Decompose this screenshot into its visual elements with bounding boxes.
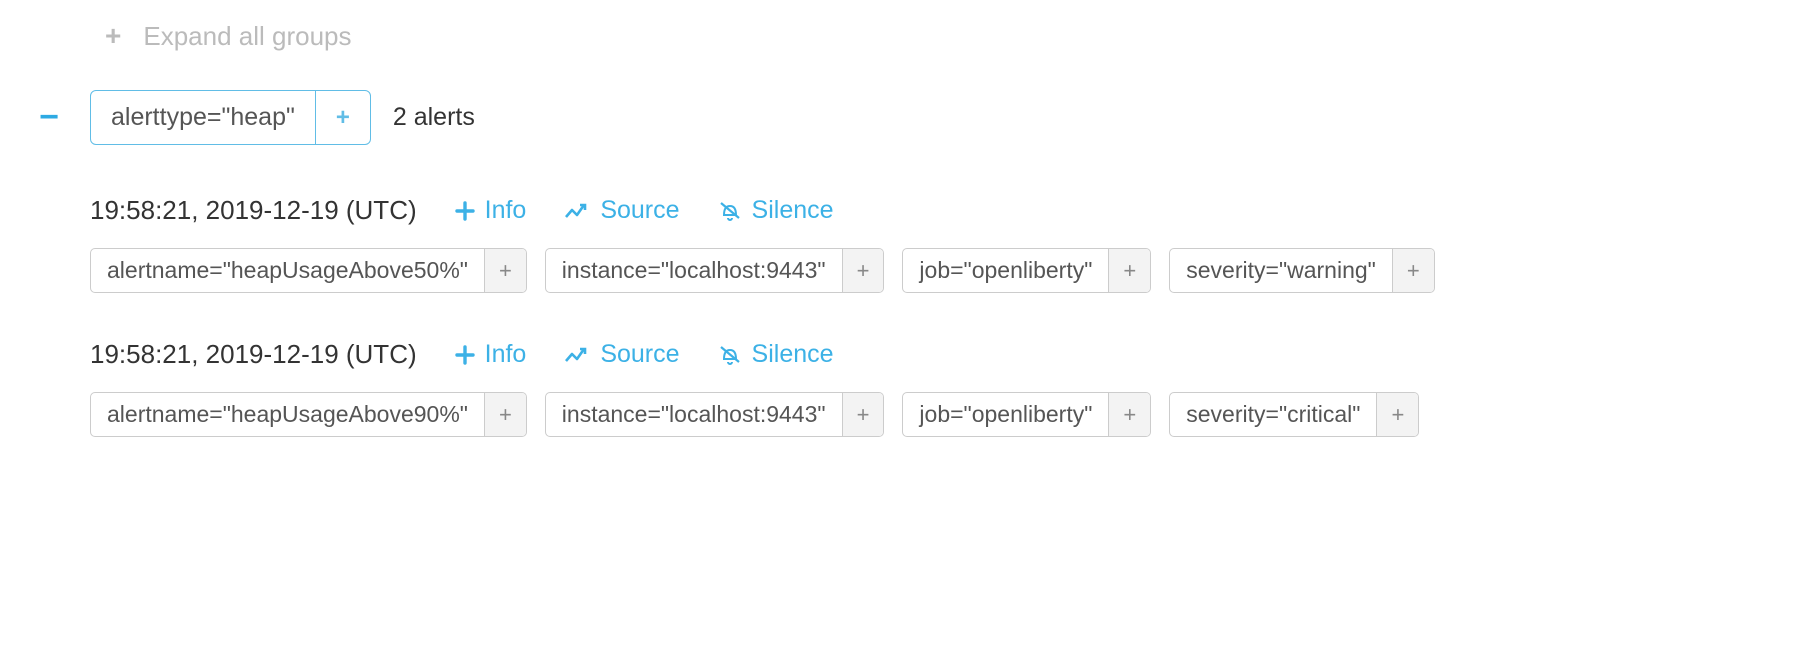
label-chip: severity="critical" + (1169, 392, 1419, 437)
plus-icon (455, 345, 475, 365)
group-filter-chip: alerttype="heap" + (90, 90, 371, 145)
labels-row: alertname="heapUsageAbove90%" + instance… (90, 392, 1788, 437)
label-add-button[interactable]: + (1392, 249, 1434, 292)
silence-link[interactable]: Silence (718, 340, 834, 369)
alert-timestamp: 19:58:21, 2019-12-19 (UTC) (90, 195, 417, 226)
group-header: − alerttype="heap" + 2 alerts (30, 90, 1788, 145)
source-label: Source (600, 196, 679, 225)
label-chip: job="openliberty" + (902, 392, 1151, 437)
label-text: alertname="heapUsageAbove50%" (91, 249, 484, 292)
group-filter-text: alerttype="heap" (91, 91, 315, 144)
label-add-button[interactable]: + (484, 393, 526, 436)
plus-icon: + (105, 20, 121, 52)
label-text: job="openliberty" (903, 393, 1108, 436)
label-text: job="openliberty" (903, 249, 1108, 292)
label-chip: job="openliberty" + (902, 248, 1151, 293)
label-text: alertname="heapUsageAbove90%" (91, 393, 484, 436)
bell-slash-icon (718, 344, 742, 366)
chart-icon (564, 345, 590, 365)
group-filter-add-button[interactable]: + (315, 91, 370, 144)
silence-link[interactable]: Silence (718, 196, 834, 225)
collapse-toggle[interactable]: − (30, 98, 68, 137)
silence-label: Silence (752, 340, 834, 369)
alert-item: 19:58:21, 2019-12-19 (UTC) Info Source S… (90, 195, 1788, 293)
alert-count: 2 alerts (393, 103, 475, 132)
info-label: Info (485, 340, 527, 369)
source-link[interactable]: Source (564, 196, 679, 225)
label-add-button[interactable]: + (1108, 249, 1150, 292)
label-add-button[interactable]: + (842, 249, 884, 292)
source-label: Source (600, 340, 679, 369)
label-text: severity="warning" (1170, 249, 1392, 292)
label-chip: severity="warning" + (1169, 248, 1434, 293)
label-chip: alertname="heapUsageAbove50%" + (90, 248, 527, 293)
label-add-button[interactable]: + (842, 393, 884, 436)
info-link[interactable]: Info (455, 340, 527, 369)
source-link[interactable]: Source (564, 340, 679, 369)
alert-item: 19:58:21, 2019-12-19 (UTC) Info Source S… (90, 339, 1788, 437)
label-add-button[interactable]: + (484, 249, 526, 292)
chart-icon (564, 201, 590, 221)
plus-icon (455, 201, 475, 221)
label-text: instance="localhost:9443" (546, 249, 842, 292)
alert-header: 19:58:21, 2019-12-19 (UTC) Info Source S… (90, 339, 1788, 370)
alert-timestamp: 19:58:21, 2019-12-19 (UTC) (90, 339, 417, 370)
label-chip: instance="localhost:9443" + (545, 248, 885, 293)
label-text: instance="localhost:9443" (546, 393, 842, 436)
label-text: severity="critical" (1170, 393, 1376, 436)
alert-header: 19:58:21, 2019-12-19 (UTC) Info Source S… (90, 195, 1788, 226)
expand-all-row[interactable]: + Expand all groups (105, 20, 1788, 52)
expand-all-label: Expand all groups (143, 21, 351, 52)
minus-icon: − (39, 98, 59, 137)
bell-slash-icon (718, 200, 742, 222)
label-chip: alertname="heapUsageAbove90%" + (90, 392, 527, 437)
silence-label: Silence (752, 196, 834, 225)
label-chip: instance="localhost:9443" + (545, 392, 885, 437)
label-add-button[interactable]: + (1108, 393, 1150, 436)
info-label: Info (485, 196, 527, 225)
info-link[interactable]: Info (455, 196, 527, 225)
labels-row: alertname="heapUsageAbove50%" + instance… (90, 248, 1788, 293)
label-add-button[interactable]: + (1376, 393, 1418, 436)
